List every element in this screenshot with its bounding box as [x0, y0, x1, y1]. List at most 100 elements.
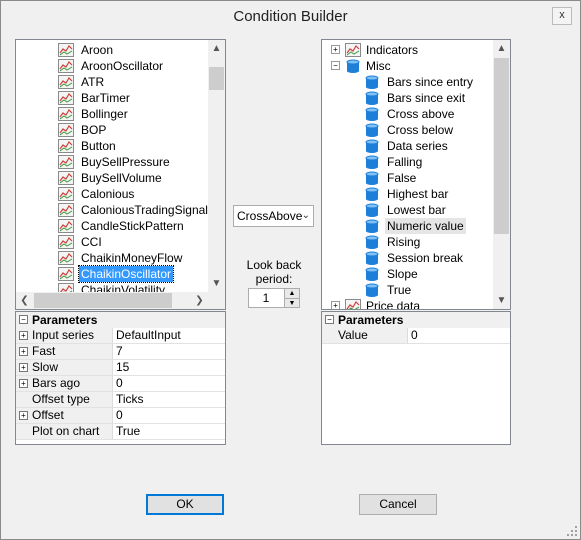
expand-icon[interactable]: +	[19, 363, 28, 372]
database-icon	[365, 187, 379, 201]
parameter-row[interactable]: + Bars ago 0	[16, 376, 225, 392]
parameter-row[interactable]: + Fast 7	[16, 344, 225, 360]
indicator-chart-icon	[58, 251, 74, 265]
title-bar: Condition Builder x	[1, 1, 580, 32]
misc-tree-item-label: Rising	[387, 235, 421, 249]
parameter-value[interactable]: 0	[408, 328, 510, 344]
indicator-tree-item-label: BuySellVolume	[81, 171, 162, 185]
window-title: Condition Builder	[233, 8, 348, 25]
indicator-chart-icon	[58, 283, 74, 292]
stepper-up-icon[interactable]: ▲	[284, 289, 299, 298]
parameter-value[interactable]: 0	[113, 408, 225, 424]
scroll-thumb[interactable]	[209, 67, 224, 90]
ok-button[interactable]: OK	[146, 494, 224, 515]
operator-dropdown-value: CrossAbove	[237, 209, 303, 223]
parameter-row[interactable]: + Offset 0	[16, 408, 225, 424]
expand-icon[interactable]: +	[19, 331, 28, 340]
indicator-tree-hscrollbar[interactable]: ❮ ❯	[16, 292, 208, 309]
expand-icon[interactable]: +	[19, 411, 28, 420]
parameter-name-label: Bars ago	[32, 376, 81, 390]
parameter-value[interactable]: 7	[113, 344, 225, 360]
indicator-chart-icon	[58, 107, 74, 121]
collapse-icon[interactable]: −	[19, 315, 28, 324]
tree-group-price-data[interactable]: + Price data	[322, 298, 492, 309]
database-icon	[365, 267, 379, 281]
scroll-corner	[208, 292, 225, 309]
chevron-down-icon[interactable]: ⌄	[302, 206, 310, 226]
condition-tree[interactable]: + Indicators − Misc Bars since entry Bars sin…	[321, 39, 511, 310]
database-icon	[365, 155, 379, 169]
misc-tree-item-label: Cross above	[387, 107, 455, 121]
tree-group-misc[interactable]: − Misc	[322, 58, 492, 74]
misc-tree-item-label: Data series	[387, 139, 448, 153]
indicator-chart-icon	[58, 75, 74, 89]
lookback-period-value[interactable]: 1	[249, 291, 283, 305]
tree-group-label: Misc	[366, 59, 391, 73]
hscroll-thumb[interactable]	[34, 293, 172, 308]
expand-icon[interactable]: +	[19, 347, 28, 356]
database-icon	[365, 123, 379, 137]
database-icon	[365, 107, 379, 121]
indicator-tree-item-label: AroonOscillator	[81, 59, 164, 73]
indicator-tree-item-label: Bollinger	[81, 107, 128, 121]
parameter-name: + Offset	[16, 408, 113, 424]
resize-grip-icon[interactable]	[567, 526, 577, 536]
scroll-thumb[interactable]	[494, 58, 509, 234]
scroll-up-icon[interactable]: ▲	[208, 40, 225, 57]
parameter-value[interactable]: Ticks	[113, 392, 225, 408]
expand-icon[interactable]: +	[331, 45, 340, 54]
indicator-chart-icon	[58, 203, 74, 217]
parameter-name: Plot on chart	[16, 424, 113, 440]
parameter-name-label: Offset	[32, 408, 64, 422]
parameter-value[interactable]: DefaultInput	[113, 328, 225, 344]
misc-tree-item-label: Highest bar	[387, 187, 449, 201]
scroll-right-icon[interactable]: ❯	[191, 292, 208, 309]
expand-icon[interactable]: +	[19, 379, 28, 388]
indicator-tree-item-label: BOP	[81, 123, 107, 137]
parameter-name: + Bars ago	[16, 376, 113, 392]
lookback-period-stepper[interactable]: 1 ▲ ▼	[248, 288, 300, 308]
parameter-row[interactable]: + Input series DefaultInput	[16, 328, 225, 344]
operator-dropdown[interactable]: CrossAbove ⌄	[233, 205, 314, 227]
misc-tree-item-label: True	[387, 283, 412, 297]
cancel-button[interactable]: Cancel	[359, 494, 437, 515]
close-button[interactable]: x	[552, 7, 572, 25]
expand-icon[interactable]: +	[331, 301, 340, 309]
condition-parameters-grid[interactable]: − Parameters Value 0	[321, 311, 511, 445]
parameter-row[interactable]: Offset type Ticks	[16, 392, 225, 408]
tree-group-indicators[interactable]: + Indicators	[322, 42, 492, 58]
indicator-tree-item-label: ChaikinVolatility	[81, 283, 166, 292]
database-icon	[365, 171, 379, 185]
database-icon	[365, 91, 379, 105]
condition-tree-vscrollbar[interactable]: ▲ ▼	[493, 40, 510, 309]
database-icon	[365, 235, 379, 249]
parameter-name: + Input series	[16, 328, 113, 344]
indicator-parameters-grid[interactable]: − Parameters + Input series DefaultInput + F…	[15, 311, 226, 445]
tree-group-label: Price data	[366, 299, 421, 309]
indicator-tree[interactable]: Aroon AroonOscillator ATR BarTimer Bollinger…	[15, 39, 226, 310]
parameter-value[interactable]: True	[113, 424, 225, 440]
misc-tree-item-label: Falling	[387, 155, 423, 169]
indicator-tree-items: Aroon AroonOscillator ATR BarTimer Bollinger…	[58, 42, 208, 292]
stepper-down-icon[interactable]: ▼	[284, 298, 299, 307]
parameter-row-value[interactable]: Value 0	[322, 328, 510, 344]
tree-group-label: Indicators	[366, 43, 419, 57]
collapse-icon[interactable]: −	[331, 61, 340, 70]
collapse-icon[interactable]: −	[325, 315, 334, 324]
condition-tree-items: + Indicators − Misc Bars since entry Bars sin…	[322, 42, 494, 309]
scroll-left-icon[interactable]: ❮	[16, 292, 33, 309]
scroll-down-icon[interactable]: ▼	[208, 275, 225, 292]
parameter-row[interactable]: + Slow 15	[16, 360, 225, 376]
parameter-value[interactable]: 15	[113, 360, 225, 376]
parameter-row[interactable]: Plot on chart True	[16, 424, 225, 440]
parameter-value[interactable]: 0	[113, 376, 225, 392]
indicator-chart-icon	[58, 139, 74, 153]
indicator-chart-icon	[58, 171, 74, 185]
parameter-name-label: Fast	[32, 344, 56, 358]
scroll-up-icon[interactable]: ▲	[493, 40, 510, 57]
scroll-down-icon[interactable]: ▼	[493, 292, 510, 309]
indicator-tree-vscrollbar[interactable]: ▲ ▼	[208, 40, 225, 292]
database-icon	[365, 75, 379, 89]
database-icon	[365, 139, 379, 153]
indicator-chart-icon	[58, 123, 74, 137]
